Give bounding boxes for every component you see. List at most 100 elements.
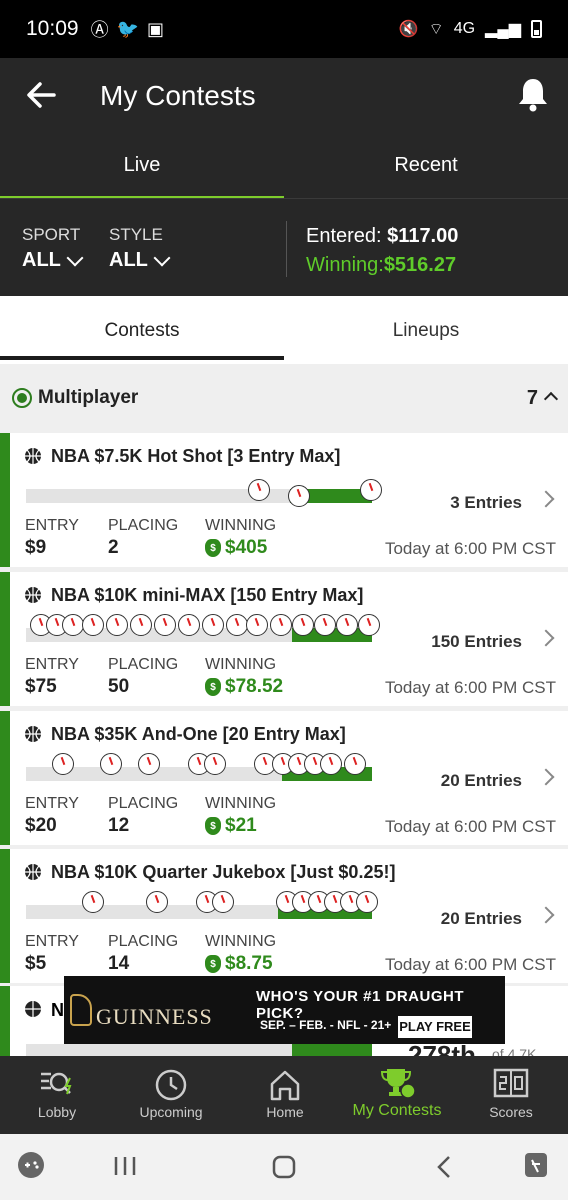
entry-marker (246, 614, 268, 636)
entry-stat: ENTRY $75 (25, 656, 79, 698)
placing-stat: PLACING 14 (108, 933, 178, 975)
basketball-icon (25, 587, 41, 603)
entry-marker (226, 614, 248, 636)
back-button-icon[interactable] (432, 1154, 456, 1180)
contest-name: NBA $10K Quarter Jukebox [Just $0.25!] (51, 862, 396, 882)
entry-label: ENTRY (25, 795, 79, 812)
page-title: My Contests (100, 80, 256, 111)
entry-stat: ENTRY $5 (25, 933, 79, 975)
contest-card[interactable]: NBA $10K Quarter Jukebox [Just $0.25!] 2… (0, 849, 568, 983)
tab-contests[interactable]: Contests (0, 320, 284, 342)
money-bag-icon: $ (205, 955, 221, 973)
nav-upcoming[interactable]: Upcoming (114, 1056, 228, 1134)
game-launcher-icon[interactable] (16, 1150, 46, 1180)
accessibility-icon[interactable] (522, 1150, 550, 1180)
status-time: 10:09 (26, 17, 79, 40)
entry-marker (178, 614, 200, 636)
winning-row: $ $8.75 (205, 953, 276, 975)
winning-label: WINNING (205, 656, 277, 673)
winning-value: $78.52 (225, 676, 284, 697)
recent-apps-icon[interactable] (112, 1154, 138, 1178)
entry-marker (138, 753, 160, 775)
tab-recent[interactable]: Recent (284, 154, 568, 177)
entry-marker (360, 479, 382, 501)
contest-name: NBA $7.5K Hot Shot [3 Entry Max] (51, 446, 341, 466)
style-filter-value: ALL (109, 249, 148, 271)
entry-marker (154, 614, 176, 636)
nav-home[interactable]: Home (228, 1056, 342, 1134)
sport-filter[interactable]: SPORT ALL (22, 225, 84, 272)
nav-label: Scores (489, 1104, 533, 1120)
filter-bar: SPORT ALL STYLE ALL Entered: $117.00 Win… (0, 198, 568, 296)
status-right: 🔇 ⌔ 4G ▂▄▆ (399, 19, 542, 39)
tab-lineups[interactable]: Lineups (284, 320, 568, 342)
nav-scores[interactable]: Scores (454, 1056, 568, 1134)
nav-label: My Contests (352, 1102, 442, 1119)
entered-value: $117.00 (387, 225, 459, 247)
network-type: 4G (453, 20, 476, 37)
chevron-right-icon[interactable] (537, 906, 555, 924)
entry-marker (358, 614, 380, 636)
winning-total-label: Winning: (306, 254, 384, 276)
contest-time: Today at 6:00 PM CST (384, 955, 556, 974)
winning-label: WINNING (205, 517, 277, 534)
wifi-icon: ⌔ (428, 21, 444, 38)
contest-name: NBA $10K mini-MAX [150 Entry Max] (51, 585, 364, 605)
winning-stat: WINNING $ $78.52 (205, 656, 283, 698)
app-notification-icon: Ⓐ (90, 20, 109, 40)
placing-of: of 4.7K (492, 1046, 537, 1056)
entries-count: 20 Entries (440, 771, 522, 790)
scoreboard-icon (493, 1068, 529, 1098)
entry-marker (356, 891, 378, 913)
tab-live[interactable]: Live (0, 154, 284, 177)
entry-marker (314, 614, 336, 636)
ad-play-free-button[interactable]: PLAY FREE (398, 1016, 472, 1038)
entry-stat: ENTRY $20 (25, 795, 79, 837)
entries-count: 150 Entries (431, 632, 522, 651)
nav-lobby[interactable]: Lobby (0, 1056, 114, 1134)
chevron-right-icon[interactable] (537, 490, 555, 508)
chevron-right-icon[interactable] (537, 768, 555, 786)
sub-tab-indicator (0, 356, 284, 360)
entry-marker (82, 614, 104, 636)
contest-name: NBA $35K And-One [20 Entry Max] (51, 724, 346, 744)
chevron-down-icon (153, 249, 171, 266)
entry-label: ENTRY (25, 656, 79, 673)
chevron-up-icon[interactable] (543, 391, 559, 407)
placing-stat: PLACING 50 (108, 656, 178, 698)
ad-banner[interactable]: GUINNESS WHO'S YOUR #1 DRAUGHT PICK? SEP… (64, 976, 505, 1044)
multiplayer-section-header[interactable]: Multiplayer 7 (0, 364, 568, 432)
contest-card[interactable]: NBA $7.5K Hot Shot [3 Entry Max] 3 Entri… (0, 433, 568, 567)
entry-label: ENTRY (25, 517, 79, 534)
bottom-nav: Lobby Upcoming Home My Contests Scores (0, 1056, 568, 1134)
basketball-icon (25, 448, 41, 464)
entry-marker (130, 614, 152, 636)
home-button-icon[interactable] (271, 1154, 297, 1180)
status-bar: 10:09 Ⓐ 🐦 ▣ 🔇 ⌔ 4G ▂▄▆ (0, 0, 568, 58)
contest-card[interactable]: NBA $35K And-One [20 Entry Max] 20 Entri… (0, 711, 568, 845)
filter-divider (286, 221, 287, 277)
bell-icon[interactable] (516, 76, 550, 112)
contest-card[interactable]: NBA $10K mini-MAX [150 Entry Max] 150 En… (0, 572, 568, 706)
trophy-icon (380, 1069, 416, 1099)
placing-value: 50 (108, 676, 130, 697)
basketball-icon (25, 1001, 41, 1017)
chevron-right-icon[interactable] (537, 629, 555, 647)
back-arrow-icon[interactable] (24, 78, 58, 112)
mute-icon: 🔇 (398, 21, 419, 38)
entries-count: 20 Entries (440, 909, 522, 928)
battery-icon (531, 20, 542, 38)
entry-marker (202, 614, 224, 636)
winning-stat: WINNING $ $405 (205, 517, 276, 559)
sub-tabs: Contests Lineups (0, 296, 568, 364)
nav-my-contests[interactable]: My Contests (340, 1056, 454, 1134)
entry-fee: $20 (25, 815, 57, 836)
entries-count: 3 Entries (450, 493, 522, 512)
style-filter[interactable]: STYLE ALL (109, 225, 171, 272)
entry-marker (270, 614, 292, 636)
placement-track (26, 1044, 372, 1056)
image-icon: ▣ (146, 18, 164, 39)
entry-label: ENTRY (25, 933, 79, 950)
entry-marker (100, 753, 122, 775)
winning-stat: WINNING $ $21 (205, 795, 276, 837)
